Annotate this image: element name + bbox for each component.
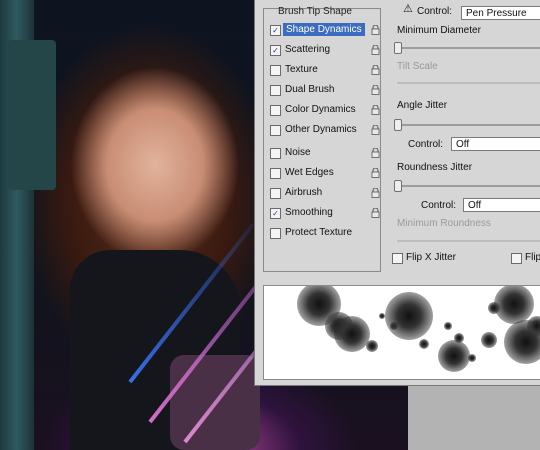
flip-x-label: Flip X Jitter [406, 252, 457, 263]
brush-option-item[interactable]: Texture [264, 61, 382, 81]
brush-dab [527, 316, 540, 336]
option-label[interactable]: Wet Edges [285, 167, 334, 178]
lock-icon[interactable] [371, 188, 380, 198]
roundness-jitter-slider[interactable] [394, 180, 540, 192]
minimum-roundness-label: Minimum Roundness [397, 218, 491, 229]
brush-dab [366, 340, 378, 352]
option-checkbox[interactable] [270, 168, 281, 179]
roundness-control-select[interactable]: Off [463, 198, 540, 212]
lock-icon[interactable] [371, 125, 380, 135]
option-label[interactable]: Color Dynamics [285, 104, 356, 115]
control-label: Control: [417, 6, 453, 17]
brush-option-item[interactable]: Noise [264, 144, 382, 164]
option-label[interactable]: Airbrush [285, 187, 322, 198]
option-label[interactable]: Scattering [285, 44, 330, 55]
option-checkbox[interactable]: ✓ [270, 45, 281, 56]
option-label[interactable]: Dual Brush [285, 84, 334, 95]
brush-tip-shape-header[interactable]: Brush Tip Shape [278, 6, 352, 17]
option-label[interactable]: Smoothing [285, 207, 333, 218]
brush-option-item[interactable]: Airbrush [264, 184, 382, 204]
brush-dab [481, 332, 497, 348]
lock-icon[interactable] [371, 148, 380, 158]
lock-icon[interactable] [371, 208, 380, 218]
brush-dab [419, 339, 429, 349]
canvas-background [408, 386, 540, 450]
option-checkbox[interactable] [270, 85, 281, 96]
size-control-select[interactable]: Pen Pressure [461, 6, 540, 20]
lock-icon[interactable] [371, 45, 380, 55]
brush-dab [454, 333, 464, 343]
brush-dab [494, 286, 534, 324]
brush-option-item[interactable]: ✓ Shape Dynamics [264, 21, 382, 41]
option-checkbox[interactable] [270, 125, 281, 136]
brush-option-item[interactable]: Dual Brush [264, 81, 382, 101]
minimum-diameter-slider[interactable] [394, 42, 540, 54]
roundness-control-label: Control: [421, 200, 457, 211]
lock-icon[interactable] [371, 85, 380, 95]
tilt-scale-slider [397, 82, 540, 84]
slider-thumb[interactable] [394, 42, 402, 54]
option-label[interactable]: Protect Texture [285, 227, 352, 238]
roundness-jitter-label: Roundness Jitter [397, 162, 473, 173]
lock-icon[interactable] [371, 25, 380, 35]
option-label[interactable]: Shape Dynamics [283, 23, 365, 36]
flip-y-label: Flip [525, 252, 540, 263]
lock-icon[interactable] [371, 105, 380, 115]
option-checkbox[interactable]: ✓ [270, 208, 281, 219]
brush-option-item[interactable]: ✓ Scattering [264, 41, 382, 61]
option-label[interactable]: Texture [285, 64, 318, 75]
angle-jitter-slider[interactable] [394, 119, 540, 131]
angle-control-label: Control: [408, 139, 444, 150]
brush-dab [334, 316, 370, 352]
brushes-panel: Brush Tip Shape ✓ Shape Dynamics ✓ Scatteri… [254, 0, 540, 386]
brush-dab [379, 313, 385, 319]
brush-option-item[interactable]: Color Dynamics [264, 101, 382, 121]
minimum-roundness-slider [397, 240, 540, 242]
option-checkbox[interactable] [270, 105, 281, 116]
brush-stroke-preview [263, 285, 540, 380]
option-checkbox[interactable] [270, 65, 281, 76]
flip-y-checkbox[interactable] [511, 253, 522, 264]
brush-dab [468, 354, 476, 362]
option-checkbox[interactable] [270, 148, 281, 159]
tilt-scale-label: Tilt Scale [397, 61, 438, 72]
flip-x-checkbox[interactable] [392, 253, 403, 264]
brush-option-item[interactable]: Wet Edges [264, 164, 382, 184]
option-checkbox[interactable] [270, 188, 281, 199]
slider-thumb[interactable] [394, 119, 402, 131]
brush-dab [438, 340, 470, 372]
photo-rifle-part [8, 40, 56, 190]
lock-icon[interactable] [371, 168, 380, 178]
lock-icon[interactable] [371, 65, 380, 75]
brush-option-item[interactable]: Protect Texture [264, 224, 382, 244]
minimum-diameter-label: Minimum Diameter [397, 25, 481, 36]
brush-option-item[interactable]: Other Dynamics [264, 121, 382, 141]
brush-dab [385, 292, 433, 340]
option-label[interactable]: Other Dynamics [285, 124, 357, 135]
warning-icon: ⚠ [403, 3, 413, 15]
brush-dab [444, 322, 452, 330]
angle-jitter-label: Angle Jitter [397, 100, 448, 111]
option-checkbox[interactable] [270, 228, 281, 239]
option-label[interactable]: Noise [285, 147, 311, 158]
slider-thumb[interactable] [394, 180, 402, 192]
angle-control-select[interactable]: Off [451, 137, 540, 151]
brush-dab [488, 302, 500, 314]
brush-option-item[interactable]: ✓ Smoothing [264, 204, 382, 224]
brush-options-list: Brush Tip Shape ✓ Shape Dynamics ✓ Scatteri… [263, 6, 382, 272]
option-checkbox[interactable]: ✓ [270, 25, 281, 36]
